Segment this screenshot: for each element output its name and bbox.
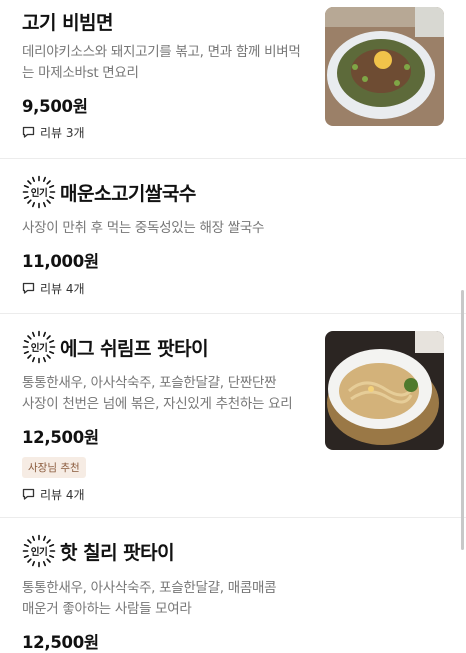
review-count[interactable]: 리뷰 4개 xyxy=(22,486,85,503)
menu-item-price: 11,000원 xyxy=(22,252,99,271)
speech-bubble-icon xyxy=(22,488,35,500)
menu-item-description: 데리야키소스와 돼지고기를 볶고, 면과 함께 비벼먹 는 마제소바st 면요리 xyxy=(22,44,301,81)
owner-recommend-badge: 사장님 추천 xyxy=(22,457,86,478)
menu-item-spicy-beef-pho[interactable]: 인기 매운소고기쌀국수 사장이 만취 후 먹는 중독성있는 해장 쌀국수 11,… xyxy=(0,159,466,313)
review-count[interactable]: 리뷰 3개 xyxy=(22,124,85,141)
menu-item-price: 12,500원 xyxy=(22,633,99,652)
menu-item-egg-shrimp-padthai[interactable]: 인기 에그 쉬림프 팟타이 통통한새우, 아사삭숙주, 포슬한달걀, 단짠단짠 … xyxy=(0,314,466,517)
menu-item-name: 인기 핫 칠리 팟타이 xyxy=(22,534,175,568)
menu-item-price: 9,500원 xyxy=(22,97,88,116)
speech-bubble-icon xyxy=(22,282,35,294)
menu-item-hot-chili-padthai[interactable]: 인기 핫 칠리 팟타이 통통한새우, 아사삭숙주, 포슬한달걀, 매콤매콤 매운… xyxy=(0,518,466,653)
menu-item-bibimmyeon[interactable]: 고기 비빔면 데리야키소스와 돼지고기를 볶고, 면과 함께 비벼먹 는 마제소… xyxy=(0,0,466,158)
starburst-badge-icon: 인기 xyxy=(22,175,56,209)
menu-item-description: 통통한새우, 아사삭숙주, 포슬한달걀, 단짠단짠 사장이 천번은 넘에 볶은,… xyxy=(22,375,293,412)
review-count[interactable]: 리뷰 4개 xyxy=(22,280,85,297)
menu-item-price: 12,500원 xyxy=(22,428,99,447)
scrollbar[interactable] xyxy=(461,290,464,550)
menu-item-name: 인기 매운소고기쌀국수 xyxy=(22,175,196,209)
speech-bubble-icon xyxy=(22,126,35,138)
starburst-badge-icon: 인기 xyxy=(22,330,56,364)
menu-item-name: 인기 에그 쉬림프 팟타이 xyxy=(22,330,209,364)
menu-item-photo xyxy=(325,331,444,450)
menu-item-photo xyxy=(325,7,444,126)
menu-item-description: 통통한새우, 아사삭숙주, 포슬한달걀, 매콤매콤 매운거 좋아하는 사람들 모… xyxy=(22,580,277,617)
starburst-badge-icon: 인기 xyxy=(22,534,56,568)
menu-item-description: 사장이 만취 후 먹는 중독성있는 해장 쌀국수 xyxy=(22,220,265,236)
menu-item-name: 고기 비빔면 xyxy=(22,12,114,34)
